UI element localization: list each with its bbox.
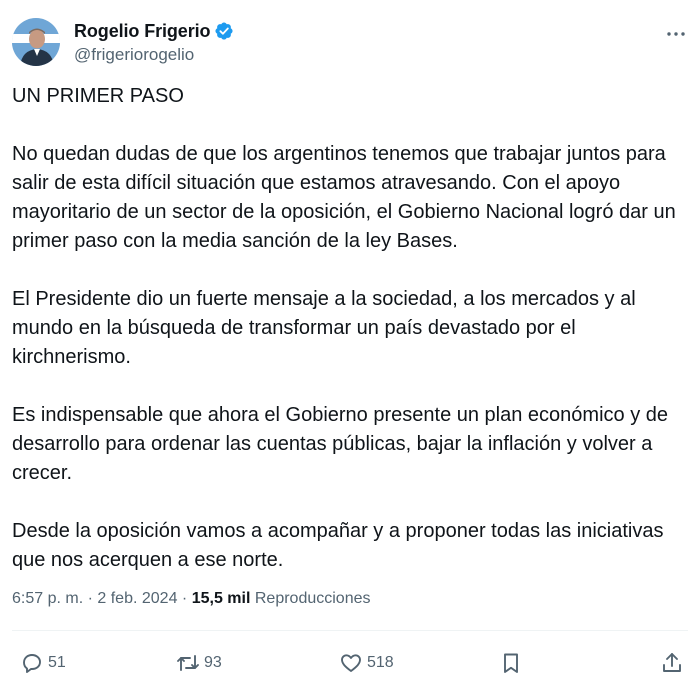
tweet-paragraph: Es indispensable que ahora el Gobierno p… (12, 404, 668, 484)
display-name-row: Rogelio Frigerio (74, 18, 234, 44)
meta-separator: · (87, 590, 93, 607)
heart-icon (341, 654, 361, 672)
share-button[interactable] (660, 646, 684, 680)
avatar[interactable] (12, 18, 60, 66)
tweet-paragraph-title: UN PRIMER PASO (12, 85, 184, 107)
like-count: 518 (367, 654, 394, 671)
reply-button[interactable]: 51 (20, 646, 66, 680)
action-bar: 51 93 518 (0, 646, 700, 680)
tweet-card: Rogelio Frigerio @frigeriorogelio UN PRI… (0, 0, 700, 689)
reply-count: 51 (48, 654, 66, 671)
tweet-date[interactable]: 2 feb. 2024 (97, 590, 177, 607)
tweet-paragraph: No quedan dudas de que los argentinos te… (12, 143, 676, 252)
views-count[interactable]: 15,5 mil (192, 590, 251, 607)
repost-count: 93 (204, 654, 222, 671)
avatar-image (12, 18, 60, 66)
share-icon (663, 653, 681, 672)
bookmark-icon (504, 653, 518, 673)
like-button[interactable]: 518 (339, 646, 394, 680)
tweet-text: UN PRIMER PASO No quedan dudas de que lo… (12, 82, 688, 604)
views-label: Reproducciones (254, 590, 371, 607)
repost-button[interactable]: 93 (176, 646, 222, 680)
tweet-paragraph: El Presidente dio un fuerte mensaje a la… (12, 288, 636, 368)
divider (12, 630, 688, 631)
repost-icon (177, 655, 199, 671)
verified-badge-icon[interactable] (214, 21, 234, 41)
meta-separator: · (181, 590, 188, 607)
tweet-time[interactable]: 6:57 p. m. (12, 590, 83, 607)
author-handle[interactable]: @frigeriorogelio (74, 45, 234, 65)
more-icon[interactable] (664, 22, 688, 46)
tweet-header: Rogelio Frigerio @frigeriorogelio (12, 16, 688, 68)
tweet-meta: 6:57 p. m. · 2 feb. 2024 · 15,5 mil Repr… (12, 590, 370, 608)
display-name[interactable]: Rogelio Frigerio (74, 21, 211, 42)
author-names: Rogelio Frigerio @frigeriorogelio (74, 18, 234, 65)
reply-icon (23, 654, 41, 673)
bookmark-button[interactable] (499, 646, 523, 680)
tweet-paragraph: Desde la oposición vamos a acompañar y a… (12, 520, 664, 571)
